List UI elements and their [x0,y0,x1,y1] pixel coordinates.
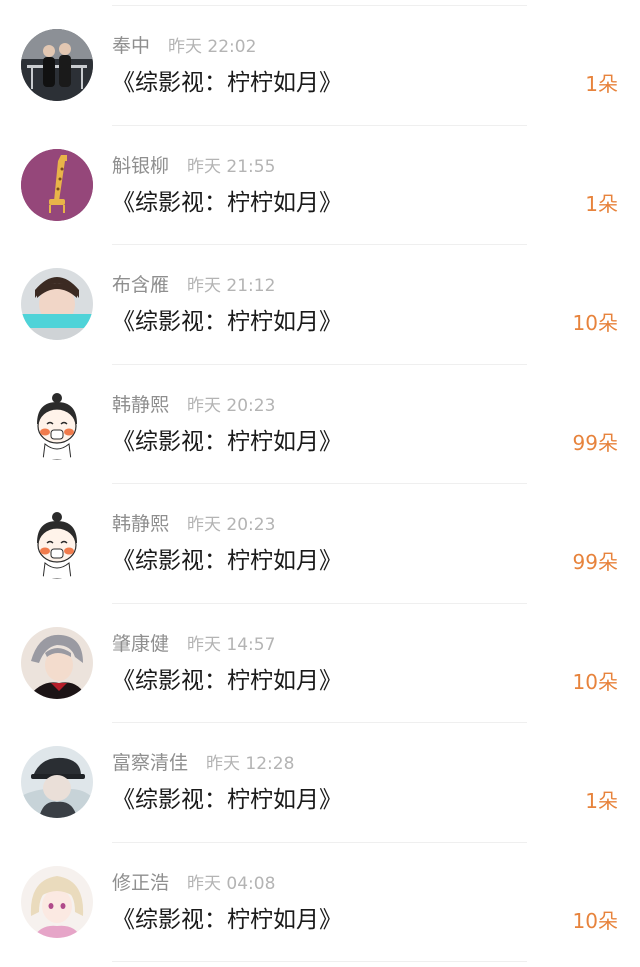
row-divider [112,961,527,962]
sender-name[interactable]: 富察清佳 [112,752,188,774]
sender-name[interactable]: 斛银柳 [112,155,169,177]
record-meta: 修正浩 昨天 04:08 [112,871,275,895]
cartoon-girl-avatar[interactable] [21,507,93,579]
gift-record-list: 奉中 昨天 22:02 《综影视：柠柠如月》 1朵 斛银柳 昨天 21:55 《综影… [0,6,640,962]
record-time: 昨天 21:55 [187,156,276,177]
record-meta: 韩静熙 昨天 20:23 [112,393,275,417]
list-item[interactable]: 修正浩 昨天 04:08 《综影视：柠柠如月》 10朵 [0,843,640,962]
sender-name[interactable]: 奉中 [112,35,150,57]
record-time: 昨天 12:28 [206,754,295,774]
record-time: 昨天 04:08 [187,873,276,894]
book-title[interactable]: 《综影视：柠柠如月》 [112,425,342,459]
list-item[interactable]: 富察清佳 昨天 12:28 《综影视：柠柠如月》 1朵 [0,723,640,843]
sender-name[interactable]: 布含雁 [112,274,169,296]
couple-photo-avatar[interactable] [21,29,93,101]
record-time: 昨天 20:23 [187,515,276,535]
book-title[interactable]: 《综影视：柠柠如月》 [112,66,342,100]
list-item[interactable]: 韩静熙 昨天 20:23 《综影视：柠柠如月》 99朵 [0,484,640,604]
list-item[interactable]: 奉中 昨天 22:02 《综影视：柠柠如月》 1朵 [0,6,640,126]
gift-count: 1朵 [585,72,618,96]
book-title[interactable]: 《综影视：柠柠如月》 [112,664,342,698]
record-time: 昨天 21:12 [187,276,276,296]
list-item[interactable]: 布含雁 昨天 21:12 《综影视：柠柠如月》 10朵 [0,245,640,365]
record-meta: 布含雁 昨天 21:12 [112,273,275,297]
book-title[interactable]: 《综影视：柠柠如月》 [112,783,342,817]
record-meta: 斛银柳 昨天 21:55 [112,154,275,178]
record-time: 昨天 14:57 [187,634,276,655]
list-item[interactable]: 斛银柳 昨天 21:55 《综影视：柠柠如月》 1朵 [0,126,640,245]
giraffe-avatar[interactable] [21,148,93,221]
record-meta: 韩静熙 昨天 20:23 [112,512,275,536]
gift-count: 1朵 [585,789,618,813]
cartoon-girl-avatar[interactable] [21,387,93,460]
gift-count: 99朵 [572,550,618,574]
gift-count: 10朵 [572,908,618,933]
list-item[interactable]: 肇康健 昨天 14:57 《综影视：柠柠如月》 10朵 [0,604,640,723]
book-title[interactable]: 《综影视：柠柠如月》 [112,305,342,339]
book-title[interactable]: 《综影视：柠柠如月》 [112,903,342,937]
record-meta: 奉中 昨天 22:02 [112,34,256,58]
gift-count: 1朵 [585,191,618,216]
anime-cap-avatar[interactable] [21,746,93,818]
record-time: 昨天 20:23 [187,395,276,416]
sender-name[interactable]: 修正浩 [112,872,169,894]
record-meta: 肇康健 昨天 14:57 [112,632,275,656]
gift-count: 10朵 [572,669,618,694]
book-title[interactable]: 《综影视：柠柠如月》 [112,186,342,220]
list-item[interactable]: 韩静熙 昨天 20:23 《综影视：柠柠如月》 99朵 [0,365,640,484]
anime-boy-avatar[interactable] [21,626,93,699]
gift-count: 99朵 [572,430,618,455]
sender-name[interactable]: 韩静熙 [112,394,169,416]
sender-name[interactable]: 韩静熙 [112,513,169,535]
anime-blonde-avatar[interactable] [21,865,93,938]
sender-name[interactable]: 肇康健 [112,633,169,655]
record-meta: 富察清佳 昨天 12:28 [112,751,294,775]
book-title[interactable]: 《综影视：柠柠如月》 [112,544,342,578]
gift-count: 10朵 [572,311,618,335]
record-time: 昨天 22:02 [168,37,257,57]
boy-photo-avatar[interactable] [21,268,93,340]
